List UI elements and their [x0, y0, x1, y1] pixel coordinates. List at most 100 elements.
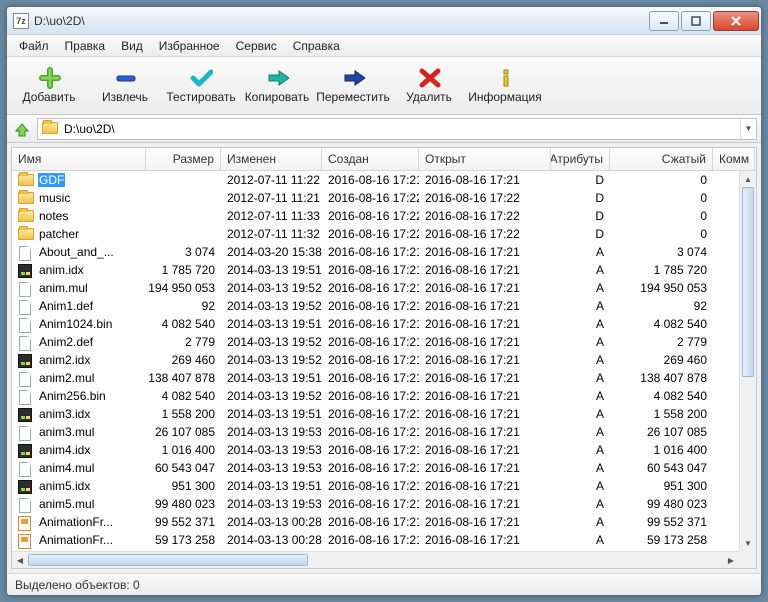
table-row[interactable]: Anim2.def2 7792014-03-13 19:522016-08-16…	[12, 333, 756, 351]
cell-name: anim.mul	[12, 279, 146, 297]
cell-size: 2 779	[146, 333, 221, 351]
cell-name: anim2.mul	[12, 369, 146, 387]
cell-packed: 0	[610, 225, 713, 243]
cell-attr: A	[551, 477, 610, 495]
cell-created: 2016-08-16 17:21	[322, 369, 419, 387]
cell-modified: 2014-03-13 19:52	[221, 351, 322, 369]
idx-icon	[18, 264, 34, 277]
table-row[interactable]: music2012-07-11 11:212016-08-16 17:22201…	[12, 189, 756, 207]
scroll-right-icon[interactable]: ▶	[723, 552, 739, 568]
path-input[interactable]: D:\uo\2D\ ▼	[37, 118, 757, 140]
column-header-packed[interactable]: Сжатый	[610, 148, 713, 170]
scroll-up-icon[interactable]: ▲	[740, 171, 756, 187]
idx-icon	[18, 480, 34, 493]
cell-opened: 2016-08-16 17:21	[419, 477, 551, 495]
cell-opened: 2016-08-16 17:21	[419, 261, 551, 279]
maximize-button[interactable]	[681, 11, 711, 31]
vertical-scrollbar[interactable]: ▲ ▼	[739, 171, 756, 551]
scroll-left-icon[interactable]: ◀	[12, 552, 28, 568]
file-icon	[18, 300, 34, 313]
cell-opened: 2016-08-16 17:21	[419, 333, 551, 351]
cell-packed: 59 173 258	[610, 531, 713, 549]
tool-delete[interactable]: Удалить	[391, 60, 467, 112]
table-row[interactable]: About_and_...3 0742014-03-20 15:382016-0…	[12, 243, 756, 261]
cell-size: 92	[146, 297, 221, 315]
cell-opened: 2016-08-16 17:21	[419, 369, 551, 387]
tool-label: Добавить	[22, 90, 75, 104]
table-row[interactable]: GDF2012-07-11 11:222016-08-16 17:212016-…	[12, 171, 756, 189]
menu-вид[interactable]: Вид	[113, 36, 151, 56]
menu-избранное[interactable]: Избранное	[151, 36, 228, 56]
tool-copy[interactable]: Копировать	[239, 60, 315, 112]
menu-правка[interactable]: Правка	[57, 36, 114, 56]
cell-size: 4 082 540	[146, 315, 221, 333]
titlebar[interactable]: 7z D:\uo\2D\	[7, 7, 761, 35]
cell-size	[146, 171, 221, 189]
close-button[interactable]	[713, 11, 759, 31]
table-row[interactable]: anim4.mul60 543 0472014-03-13 19:532016-…	[12, 459, 756, 477]
cell-size: 951 300	[146, 477, 221, 495]
table-row[interactable]: anim.idx1 785 7202014-03-13 19:512016-08…	[12, 261, 756, 279]
table-row[interactable]: anim3.idx1 558 2002014-03-13 19:512016-0…	[12, 405, 756, 423]
tool-info[interactable]: Информация	[467, 60, 543, 112]
table-row[interactable]: anim3.mul26 107 0852014-03-13 19:532016-…	[12, 423, 756, 441]
table-row[interactable]: anim5.mul99 480 0232014-03-13 19:532016-…	[12, 495, 756, 513]
cell-created: 2016-08-16 17:21	[322, 495, 419, 513]
file-icon	[18, 372, 34, 385]
column-header-name[interactable]: Имя	[12, 148, 146, 170]
list-body: GDF2012-07-11 11:222016-08-16 17:212016-…	[12, 171, 756, 568]
cell-opened: 2016-08-16 17:22	[419, 207, 551, 225]
menu-файл[interactable]: Файл	[11, 36, 57, 56]
cell-attr: A	[551, 513, 610, 531]
table-row[interactable]: anim2.idx269 4602014-03-13 19:522016-08-…	[12, 351, 756, 369]
table-row[interactable]: patcher2012-07-11 11:322016-08-16 17:222…	[12, 225, 756, 243]
scroll-down-icon[interactable]: ▼	[740, 535, 756, 551]
table-row[interactable]: anim2.mul138 407 8782014-03-13 19:512016…	[12, 369, 756, 387]
cell-created: 2016-08-16 17:21	[322, 333, 419, 351]
cell-opened: 2016-08-16 17:21	[419, 513, 551, 531]
table-row[interactable]: anim.mul194 950 0532014-03-13 19:522016-…	[12, 279, 756, 297]
scroll-thumb[interactable]	[28, 554, 308, 566]
cell-modified: 2014-03-13 19:51	[221, 261, 322, 279]
column-header-opened[interactable]: Открыт	[419, 148, 551, 170]
table-row[interactable]: Anim1024.bin4 082 5402014-03-13 19:51201…	[12, 315, 756, 333]
toolbar: Добавить ИзвлечьТестироватьКопироватьПере…	[7, 57, 761, 115]
table-row[interactable]: Anim1.def922014-03-13 19:522016-08-16 17…	[12, 297, 756, 315]
table-row[interactable]: AnimationFr...99 552 3712014-03-13 00:28…	[12, 513, 756, 531]
cell-modified: 2012-07-11 11:21	[221, 189, 322, 207]
tool-add[interactable]: Добавить	[11, 60, 87, 112]
column-header-created[interactable]: Создан	[322, 148, 419, 170]
column-header-comm[interactable]: Комм	[713, 148, 755, 170]
tool-label: Удалить	[406, 90, 452, 104]
table-row[interactable]: notes2012-07-11 11:332016-08-16 17:22201…	[12, 207, 756, 225]
scroll-thumb[interactable]	[742, 187, 754, 377]
table-row[interactable]: AnimationFr...59 173 2582014-03-13 00:28…	[12, 531, 756, 549]
table-row[interactable]: anim4.idx1 016 4002014-03-13 19:532016-0…	[12, 441, 756, 459]
column-header-attr[interactable]: Атрибуты	[551, 148, 610, 170]
tool-move[interactable]: Переместить	[315, 60, 391, 112]
cell-name: Anim256.bin	[12, 387, 146, 405]
path-dropdown-icon[interactable]: ▼	[740, 119, 756, 139]
cell-modified: 2014-03-13 19:53	[221, 423, 322, 441]
go-up-button[interactable]	[11, 118, 33, 140]
table-row[interactable]: anim5.idx951 3002014-03-13 19:512016-08-…	[12, 477, 756, 495]
cell-modified: 2014-03-13 19:52	[221, 333, 322, 351]
column-header-modified[interactable]: Изменен	[221, 148, 322, 170]
column-header-size[interactable]: Размер	[146, 148, 221, 170]
file-icon	[18, 426, 34, 439]
menu-сервис[interactable]: Сервис	[228, 36, 285, 56]
cell-created: 2016-08-16 17:22	[322, 189, 419, 207]
cell-packed: 194 950 053	[610, 279, 713, 297]
cell-name: GDF	[12, 171, 146, 189]
cell-opened: 2016-08-16 17:22	[419, 189, 551, 207]
menu-справка[interactable]: Справка	[285, 36, 348, 56]
cell-modified: 2014-03-13 19:51	[221, 315, 322, 333]
cell-attr: A	[551, 261, 610, 279]
horizontal-scrollbar[interactable]: ◀ ▶	[12, 551, 739, 568]
tool-extract[interactable]: Извлечь	[87, 60, 163, 112]
table-row[interactable]: Anim256.bin4 082 5402014-03-13 19:522016…	[12, 387, 756, 405]
cell-size: 1 558 200	[146, 405, 221, 423]
cell-name: anim3.idx	[12, 405, 146, 423]
minimize-button[interactable]	[649, 11, 679, 31]
tool-test[interactable]: Тестировать	[163, 60, 239, 112]
